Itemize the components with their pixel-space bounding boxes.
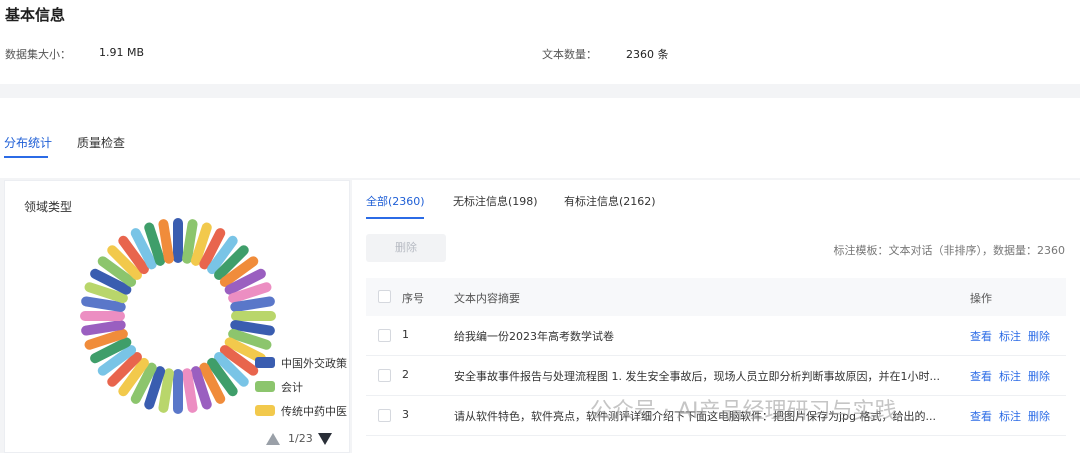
- tabs-bar: [0, 98, 1080, 178]
- row-checkbox[interactable]: [378, 329, 391, 342]
- dataset-size-label: 数据集大小：: [5, 48, 71, 61]
- subtab-unlabeled[interactable]: 无标注信息(198): [453, 193, 538, 209]
- legend-label-tcm: 传统中药中医: [281, 405, 347, 418]
- legend-pager-text: 1/23: [288, 432, 313, 445]
- domain-donut-chart: [80, 218, 276, 414]
- annotate-link[interactable]: 标注: [999, 368, 1021, 384]
- header-actions: 操作: [970, 292, 992, 305]
- donut-segment[interactable]: [158, 368, 174, 413]
- tab-quality-check[interactable]: 质量检查: [77, 134, 125, 151]
- delete-link[interactable]: 删除: [1028, 368, 1050, 384]
- active-subtab-indicator: [366, 217, 424, 219]
- legend-swatch-accounting: [255, 381, 275, 392]
- active-tab-indicator: [4, 156, 48, 158]
- section-gap: [0, 84, 1080, 98]
- row-checkbox[interactable]: [378, 369, 391, 382]
- view-link[interactable]: 查看: [970, 408, 992, 424]
- annotate-link[interactable]: 标注: [999, 408, 1021, 424]
- subtab-all[interactable]: 全部(2360): [366, 193, 425, 209]
- row-summary: 给我编一份2023年高考数学试卷: [454, 330, 614, 343]
- row-index: 3: [402, 408, 409, 421]
- delete-link[interactable]: 删除: [1028, 328, 1050, 344]
- table-row: 1 给我编一份2023年高考数学试卷 查看 标注 删除: [366, 316, 1066, 356]
- header-summary: 文本内容摘要: [454, 292, 520, 305]
- donut-segment[interactable]: [81, 320, 126, 336]
- donut-segment[interactable]: [81, 296, 126, 312]
- table-header: 序号 文本内容摘要 操作: [366, 278, 1066, 316]
- text-count-label: 文本数量：: [542, 48, 597, 61]
- donut-segment[interactable]: [182, 219, 198, 264]
- header-index: 序号: [402, 292, 424, 305]
- domain-panel-title: 领域类型: [24, 200, 73, 214]
- legend-label-foreign-policy: 中国外交政策: [281, 357, 347, 370]
- legend-swatch-tcm: [255, 405, 275, 416]
- view-link[interactable]: 查看: [970, 328, 992, 344]
- tab-distribution[interactable]: 分布统计: [4, 134, 52, 151]
- legend-swatch-foreign-policy: [255, 357, 275, 368]
- donut-segment[interactable]: [182, 368, 198, 413]
- annotate-link[interactable]: 标注: [999, 328, 1021, 344]
- triangle-down-icon[interactable]: [318, 433, 332, 445]
- row-checkbox[interactable]: [378, 409, 391, 422]
- section-title: 基本信息: [5, 6, 66, 24]
- row-index: 2: [402, 368, 409, 381]
- row-index: 1: [402, 328, 409, 341]
- delete-button[interactable]: 删除: [366, 234, 446, 262]
- delete-link[interactable]: 删除: [1028, 408, 1050, 424]
- donut-segment[interactable]: [230, 296, 275, 312]
- dataset-size-value: 1.91 MB: [99, 46, 145, 59]
- basic-info-section: [0, 0, 1080, 84]
- table-row: 2 安全事故事件报告与处理流程图 1. 发生安全事故后，现场人员立即分析判断事故…: [366, 356, 1066, 396]
- watermark: 公众号 · AI产品经理研习与实践: [590, 399, 897, 424]
- view-link[interactable]: 查看: [970, 368, 992, 384]
- row-summary: 安全事故事件报告与处理流程图 1. 发生安全事故后，现场人员立即分析判断事故原因…: [454, 370, 940, 383]
- legend-label-accounting: 会计: [281, 381, 303, 394]
- select-all-checkbox[interactable]: [378, 290, 391, 303]
- template-meta-text: 标注模板：文本对话（非排序），数据量：2360: [833, 244, 1066, 257]
- text-count-value: 2360 条: [626, 48, 669, 61]
- donut-segment[interactable]: [158, 219, 174, 264]
- triangle-up-icon[interactable]: [266, 433, 280, 445]
- subtab-labeled[interactable]: 有标注信息(2162): [564, 193, 656, 209]
- donut-segment[interactable]: [230, 320, 275, 336]
